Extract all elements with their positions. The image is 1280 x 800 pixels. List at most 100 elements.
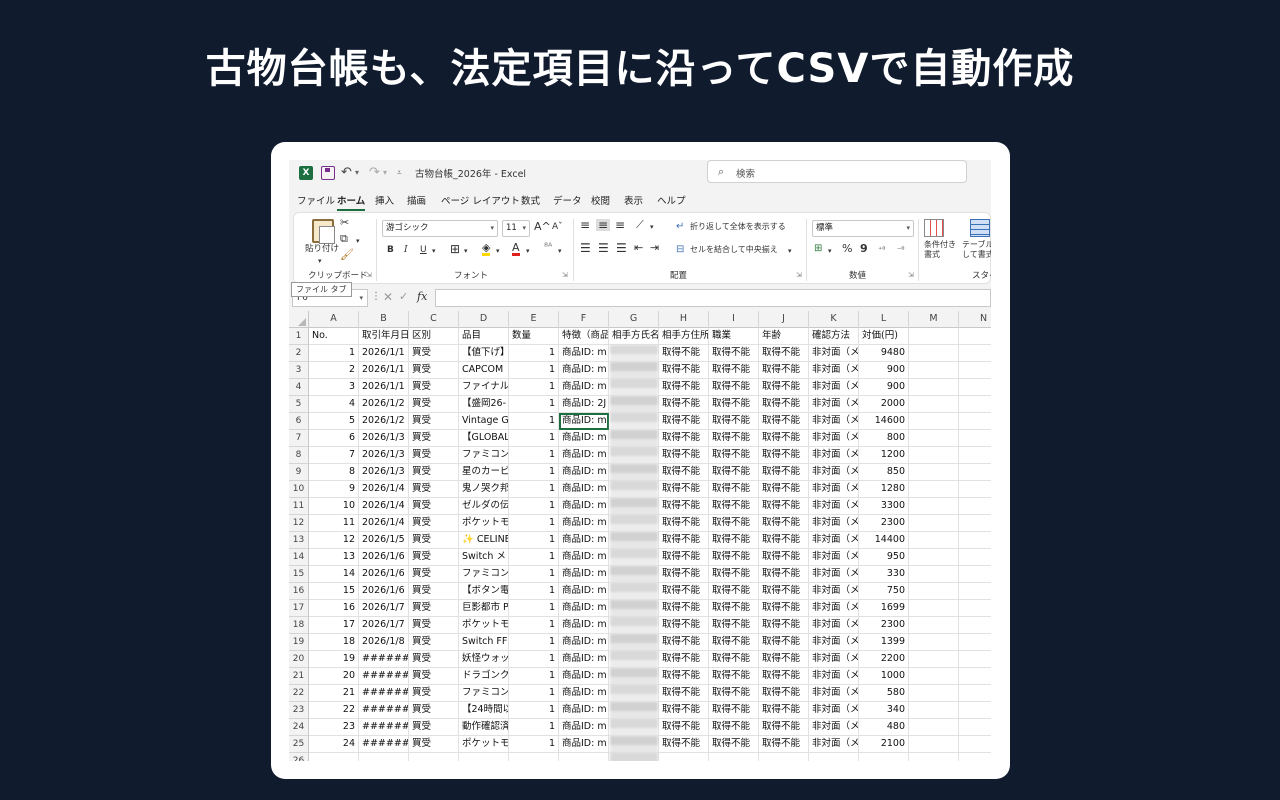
column-header-d[interactable]: D [459, 311, 509, 328]
align-middle-icon[interactable]: ≡ [596, 219, 611, 231]
table-cell[interactable]: 1 [509, 481, 559, 498]
table-cell[interactable]: 商品ID: m [559, 702, 609, 719]
table-cell[interactable]: 1 [509, 719, 559, 736]
table-cell[interactable]: 1 [509, 464, 559, 481]
table-cell[interactable]: 2026/1/8 [359, 634, 409, 651]
table-cell[interactable]: 非対面（メ [809, 685, 859, 702]
table-cell[interactable] [909, 345, 959, 362]
column-header-g[interactable]: G [609, 311, 659, 328]
table-cell[interactable]: ######## [359, 668, 409, 685]
table-cell[interactable]: 取得不能 [709, 668, 759, 685]
wrap-text-button[interactable]: 折り返して全体を表示する [690, 221, 786, 233]
header-cell[interactable]: 職業 [709, 328, 759, 345]
table-cell[interactable]: CAPCOM [459, 362, 509, 379]
table-cell[interactable]: 買受 [409, 719, 459, 736]
table-cell[interactable]: 1000 [859, 668, 909, 685]
table-cell[interactable]: 14400 [859, 532, 909, 549]
copy-dropdown-icon[interactable]: ▾ [356, 235, 360, 247]
table-cell[interactable]: 14600 [859, 413, 909, 430]
table-cell[interactable] [959, 345, 991, 362]
table-cell[interactable]: 24 [309, 736, 359, 753]
table-cell[interactable]: 取得不能 [709, 549, 759, 566]
table-cell[interactable]: 2026/1/4 [359, 515, 409, 532]
table-cell[interactable]: 非対面（メ [809, 736, 859, 753]
align-left-icon[interactable]: ☰ [580, 242, 591, 254]
table-cell[interactable]: 商品ID: m [559, 719, 609, 736]
table-cell[interactable]: 1399 [859, 634, 909, 651]
table-cell[interactable] [409, 753, 459, 761]
table-cell[interactable]: 2100 [859, 736, 909, 753]
row-header[interactable]: 2 [289, 345, 309, 362]
table-cell[interactable]: 買受 [409, 464, 459, 481]
shrink-font-button[interactable]: Aˇ [552, 221, 563, 233]
table-cell[interactable]: 1 [309, 345, 359, 362]
table-cell[interactable]: 商品ID: m [559, 413, 609, 430]
table-cell[interactable]: 1 [509, 685, 559, 702]
table-cell[interactable] [909, 668, 959, 685]
conditional-format-icon[interactable] [924, 219, 944, 237]
table-cell[interactable]: 買受 [409, 362, 459, 379]
table-cell[interactable] [909, 702, 959, 719]
table-cell[interactable]: 2026/1/3 [359, 447, 409, 464]
table-cell[interactable]: 【24時間以 [459, 702, 509, 719]
table-cell[interactable]: 4 [309, 396, 359, 413]
table-cell[interactable]: 取得不能 [659, 447, 709, 464]
table-cell[interactable] [809, 753, 859, 761]
table-cell[interactable]: 非対面（メ [809, 651, 859, 668]
orientation-icon[interactable]: ⟋ [636, 219, 644, 231]
table-cell[interactable]: 12 [309, 532, 359, 549]
table-cell[interactable]: 取得不能 [759, 532, 809, 549]
table-cell[interactable]: 取得不能 [759, 498, 809, 515]
table-cell[interactable]: 1 [509, 362, 559, 379]
header-cell[interactable] [959, 328, 991, 345]
table-cell[interactable]: 商品ID: m [559, 600, 609, 617]
row-header[interactable]: 19 [289, 634, 309, 651]
table-cell[interactable]: 取得不能 [709, 396, 759, 413]
table-cell[interactable]: 取得不能 [659, 566, 709, 583]
table-cell[interactable]: 23 [309, 719, 359, 736]
table-cell[interactable]: 買受 [409, 379, 459, 396]
table-cell[interactable]: 取得不能 [759, 464, 809, 481]
fill-color-icon[interactable]: ◈ [482, 242, 491, 256]
tab-page-layout[interactable]: ページ レイアウト [441, 193, 520, 207]
table-cell[interactable]: 買受 [409, 583, 459, 600]
table-cell[interactable] [909, 430, 959, 447]
table-cell[interactable]: 買受 [409, 668, 459, 685]
table-cell[interactable]: 取得不能 [759, 566, 809, 583]
table-cell[interactable]: 19 [309, 651, 359, 668]
table-cell[interactable] [859, 753, 909, 761]
table-cell[interactable] [959, 651, 991, 668]
currency-icon[interactable]: ⊞ [814, 243, 822, 255]
table-cell[interactable] [909, 651, 959, 668]
table-cell[interactable]: 16 [309, 600, 359, 617]
table-cell[interactable]: 9480 [859, 345, 909, 362]
table-cell[interactable]: 取得不能 [709, 430, 759, 447]
table-cell[interactable]: 取得不能 [759, 736, 809, 753]
table-cell[interactable]: 星のカービ [459, 464, 509, 481]
row-header[interactable]: 25 [289, 736, 309, 753]
table-cell[interactable]: 取得不能 [709, 464, 759, 481]
borders-dropdown-icon[interactable]: ▾ [464, 245, 468, 257]
table-cell[interactable]: 950 [859, 549, 909, 566]
table-cell[interactable]: 850 [859, 464, 909, 481]
merge-center-button[interactable]: セルを結合して中央揃え [690, 244, 778, 256]
row-header[interactable]: 6 [289, 413, 309, 430]
table-cell[interactable]: 取得不能 [659, 702, 709, 719]
table-cell[interactable]: 1 [509, 413, 559, 430]
row-header[interactable]: 12 [289, 515, 309, 532]
phonetic-dropdown-icon[interactable]: ▾ [558, 245, 562, 257]
table-cell[interactable]: 商品ID: m [559, 532, 609, 549]
tab-help[interactable]: ヘルプ [657, 193, 686, 207]
redo-icon[interactable]: ↷ [369, 166, 383, 180]
table-cell[interactable] [909, 379, 959, 396]
table-cell[interactable]: 商品ID: m [559, 566, 609, 583]
column-header-a[interactable]: A [309, 311, 359, 328]
table-cell[interactable] [959, 498, 991, 515]
table-cell[interactable]: 非対面（メ [809, 481, 859, 498]
table-cell[interactable]: 取得不能 [659, 413, 709, 430]
table-cell[interactable]: ポケットモ [459, 617, 509, 634]
table-cell[interactable]: 1 [509, 396, 559, 413]
table-cell[interactable]: 2026/1/6 [359, 566, 409, 583]
table-cell[interactable]: 非対面（メ [809, 600, 859, 617]
table-cell[interactable] [909, 583, 959, 600]
